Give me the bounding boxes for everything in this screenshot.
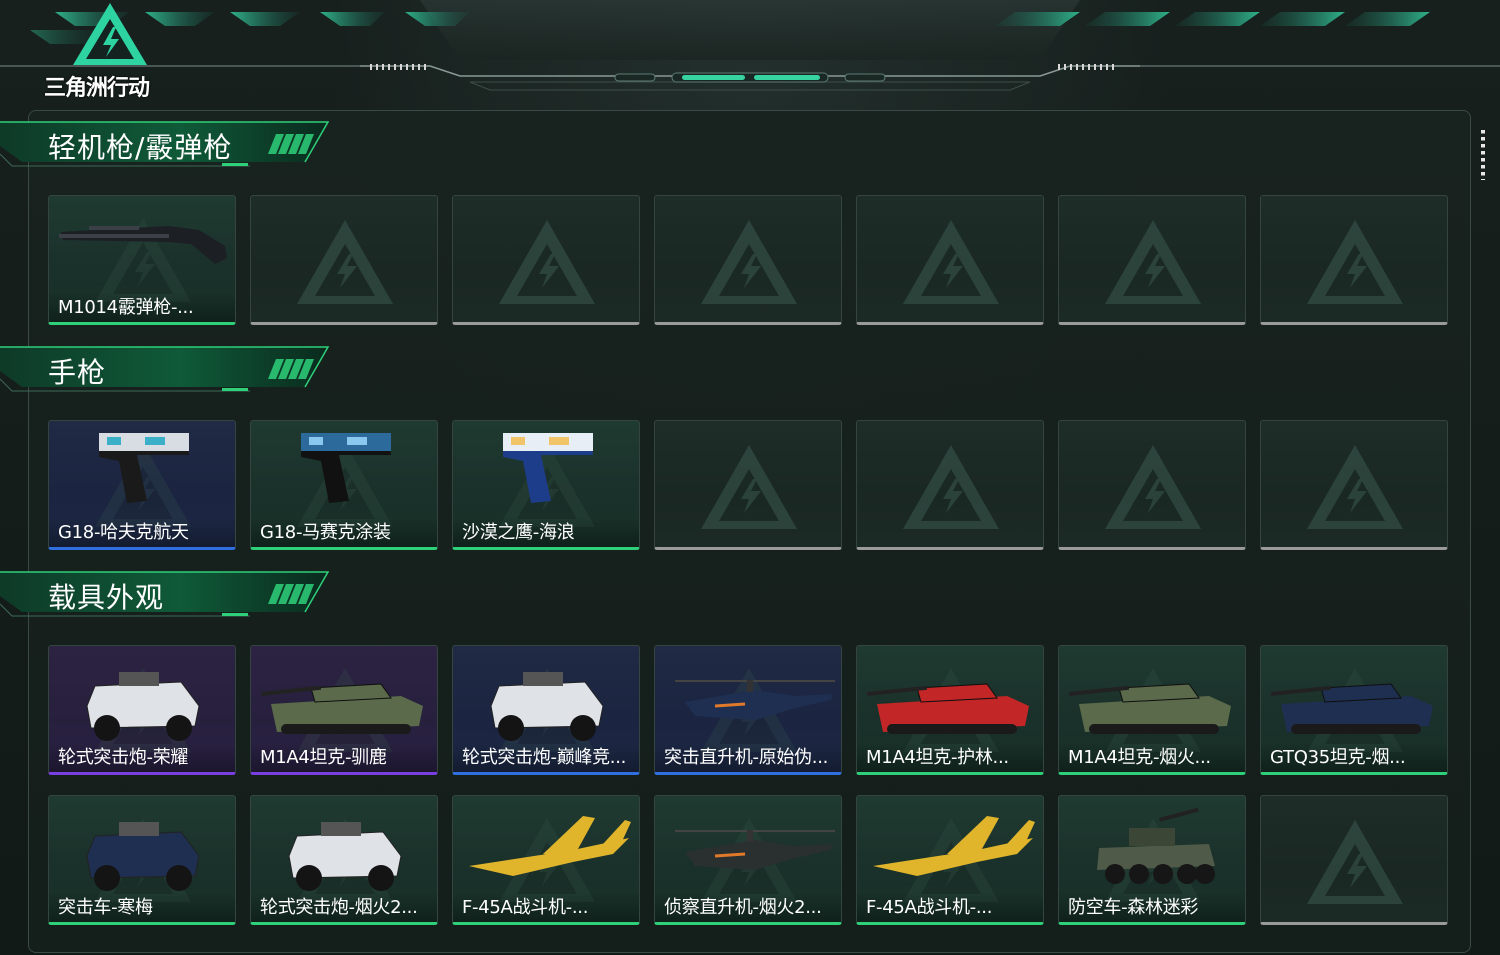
skin-name: 突击直升机-原始伪... [664, 747, 829, 768]
helicopter-icon [655, 646, 841, 750]
skin-card[interactable]: 侦察直升机-烟火2... [654, 795, 842, 925]
skin-card[interactable]: M1A4坦克-烟火... [1058, 645, 1246, 775]
right-header-stripes [995, 12, 1430, 26]
skin-name: F-45A战斗机-... [866, 897, 993, 918]
skin-card[interactable]: 突击车-寒梅 [48, 795, 236, 925]
armored-car-icon [251, 796, 437, 900]
skin-card[interactable]: GTQ35坦克-烟... [1260, 645, 1448, 775]
empty-slot [654, 420, 842, 550]
placeholder-logo-icon [1305, 443, 1405, 537]
skin-card[interactable]: 轮式突击炮-烟火2... [250, 795, 438, 925]
empty-slot [1260, 795, 1448, 925]
placeholder-logo-icon [901, 443, 1001, 537]
skin-name: M1A4坦克-烟火... [1068, 747, 1211, 768]
helicopter-icon [655, 796, 841, 900]
armored-car-icon [49, 646, 235, 750]
tank-icon [251, 646, 437, 750]
skin-card[interactable]: G18-马赛克涂装 [250, 420, 438, 550]
empty-slot [250, 195, 438, 325]
jet-icon [453, 796, 639, 900]
game-logo-text: 三角洲行动 [44, 76, 150, 101]
section-title: 载具外观 [48, 581, 165, 614]
skin-card[interactable]: G18-哈夫克航天 [48, 420, 236, 550]
skin-card[interactable]: 防空车-森林迷彩 [1058, 795, 1246, 925]
placeholder-logo-icon [295, 218, 395, 312]
empty-slot [1260, 195, 1448, 325]
skin-card[interactable]: 轮式突击炮-巅峰竞... [452, 645, 640, 775]
skin-name: M1A4坦克-驯鹿 [260, 747, 387, 768]
armored-car-icon [49, 796, 235, 900]
skin-name: 轮式突击炮-巅峰竞... [462, 747, 627, 768]
skin-name: GTQ35坦克-烟... [1270, 747, 1406, 768]
skin-card[interactable]: M1A4坦克-驯鹿 [250, 645, 438, 775]
section-header: 手枪 [0, 345, 335, 401]
skin-name: G18-哈夫克航天 [58, 522, 189, 543]
tank-icon [1059, 646, 1245, 750]
empty-slot [1058, 195, 1246, 325]
section-title: 轻机枪/霰弹枪 [48, 131, 233, 164]
top-header: 三角洲行动 [0, 0, 1500, 101]
empty-slot [856, 195, 1044, 325]
skin-name: F-45A战斗机-... [462, 897, 589, 918]
skin-card[interactable]: F-45A战斗机-... [452, 795, 640, 925]
pistol-icon [251, 421, 437, 525]
section-header: 轻机枪/霰弹枪 [0, 120, 335, 176]
placeholder-logo-icon [699, 218, 799, 312]
pistol-icon [453, 421, 639, 525]
tank-icon [1261, 646, 1447, 750]
skin-card[interactable]: 轮式突击炮-荣耀 [48, 645, 236, 775]
center-page-indicator [614, 72, 886, 83]
skin-name: 沙漠之鹰-海浪 [462, 522, 575, 543]
placeholder-logo-icon [1103, 218, 1203, 312]
empty-slot [856, 420, 1044, 550]
left-tick-marks [370, 64, 426, 70]
skin-name: 轮式突击炮-烟火2... [260, 897, 418, 918]
placeholder-logo-icon [1103, 443, 1203, 537]
skin-card[interactable]: M1014霰弹枪-... [48, 195, 236, 325]
placeholder-logo-icon [901, 218, 1001, 312]
placeholder-logo-icon [1305, 218, 1405, 312]
skin-name: M1014霰弹枪-... [58, 297, 194, 318]
skin-name: G18-马赛克涂装 [260, 522, 391, 543]
shotgun-icon [49, 196, 235, 300]
skin-card[interactable]: M1A4坦克-护林... [856, 645, 1044, 775]
empty-slot [452, 195, 640, 325]
skin-name: 突击车-寒梅 [58, 897, 153, 918]
pistol-icon [49, 421, 235, 525]
aa-vehicle-icon [1059, 796, 1245, 900]
skin-card[interactable]: 突击直升机-原始伪... [654, 645, 842, 775]
jet-icon [857, 796, 1043, 900]
skin-name: 侦察直升机-烟火2... [664, 897, 822, 918]
skin-name: M1A4坦克-护林... [866, 747, 1009, 768]
skin-card[interactable]: 沙漠之鹰-海浪 [452, 420, 640, 550]
placeholder-logo-icon [1305, 818, 1405, 912]
header-decoration [0, 0, 1500, 91]
tank-icon [857, 646, 1043, 750]
placeholder-logo-icon [699, 443, 799, 537]
scrollbar-indicator[interactable] [1481, 130, 1485, 180]
skin-name: 防空车-森林迷彩 [1068, 897, 1199, 918]
skin-card[interactable]: F-45A战斗机-... [856, 795, 1044, 925]
skin-collection-screen: 三角洲行动 轻机枪/霰弹枪 M1014霰弹枪-... 手枪 G18-哈夫克航天 G18-… [0, 0, 1500, 955]
placeholder-logo-icon [497, 218, 597, 312]
armored-car-icon [453, 646, 639, 750]
section-title: 手枪 [48, 356, 107, 389]
skin-name: 轮式突击炮-荣耀 [58, 747, 189, 768]
empty-slot [1058, 420, 1246, 550]
empty-slot [1260, 420, 1448, 550]
section-header: 载具外观 [0, 570, 335, 626]
empty-slot [654, 195, 842, 325]
